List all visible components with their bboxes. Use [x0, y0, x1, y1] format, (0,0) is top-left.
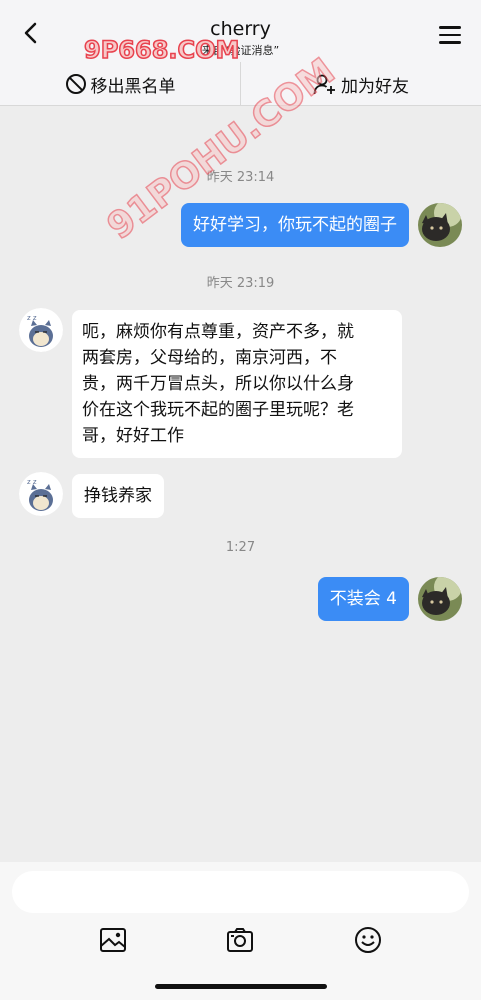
home-indicator — [155, 984, 327, 989]
remove-blacklist-label: 移出黑名单 — [90, 76, 176, 97]
timestamp: 昨天 23:19 — [206, 276, 275, 291]
snorlax-avatar-icon: z z — [19, 308, 63, 352]
chat-header: cherry 来自“验证消息” — [0, 0, 481, 62]
message-line: 呃，麻烦你有点尊重，资产不多，就 — [82, 322, 354, 342]
contact-avatar[interactable]: z z — [19, 308, 63, 352]
block-icon — [65, 74, 86, 94]
chat-title: cherry — [210, 18, 271, 40]
dog-avatar-icon — [418, 203, 462, 247]
contact-message-bubble[interactable]: 挣钱养家 — [72, 474, 164, 518]
action-bar: 移出黑名单 加为好友 — [0, 62, 481, 106]
svg-text:z z: z z — [27, 478, 37, 486]
remove-blacklist-button[interactable]: 移出黑名单 — [0, 62, 240, 106]
timestamp: 昨天 23:14 — [206, 170, 275, 185]
snorlax-avatar-icon: z z — [19, 472, 63, 516]
dog-avatar-icon — [418, 577, 462, 621]
image-icon[interactable] — [99, 926, 127, 954]
add-friend-label: 加为好友 — [341, 76, 409, 97]
message-line: 贵，两千万冒点头，所以你以什么身 — [82, 374, 354, 394]
my-message-bubble[interactable]: 不装会 4 — [317, 577, 409, 621]
emoji-icon[interactable] — [354, 926, 382, 954]
my-avatar[interactable] — [418, 203, 462, 247]
camera-icon[interactable] — [226, 926, 254, 954]
svg-text:z z: z z — [27, 314, 37, 322]
my-avatar[interactable] — [418, 577, 462, 621]
message-line: 哥，好好工作 — [82, 426, 184, 446]
my-message-bubble[interactable]: 好好学习，你玩不起的圈子 — [181, 203, 409, 247]
input-bar — [0, 862, 481, 1000]
contact-message-bubble[interactable]: 呃，麻烦你有点尊重，资产不多，就 两套房，父母给的，南京河西，不 贵，两千万冒点… — [72, 310, 402, 458]
menu-icon[interactable] — [439, 26, 461, 44]
message-input[interactable] — [12, 871, 469, 913]
message-line: 价在这个我玩不起的圈子里玩呢？老 — [82, 400, 354, 420]
contact-avatar[interactable]: z z — [19, 472, 63, 516]
message-line: 两套房，父母给的，南京河西，不 — [82, 348, 337, 368]
add-friend-button[interactable]: 加为好友 — [241, 62, 481, 106]
timestamp: 1:27 — [225, 540, 256, 555]
chat-subtitle: 来自“验证消息” — [201, 44, 280, 57]
add-user-icon — [313, 74, 335, 95]
